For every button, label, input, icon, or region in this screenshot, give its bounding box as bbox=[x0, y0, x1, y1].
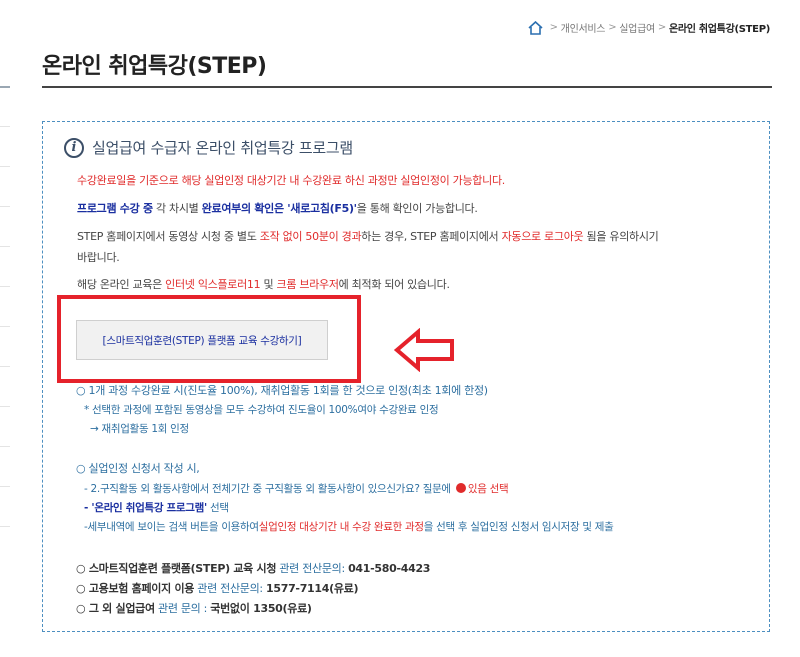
contact-ei-label: 관련 전산문의: bbox=[194, 582, 267, 595]
contact-ei-name: 고용보험 홈페이지 이용 bbox=[88, 582, 195, 595]
note-completion-detail: * 선택한 과정에 포함된 동영상을 모두 수강하여 진도율이 100%여야 수… bbox=[84, 404, 439, 416]
info-icon: i bbox=[64, 137, 84, 158]
contact-other: ○ 그 외 실업급여 관련 문의 : 국번없이 1350(유료) bbox=[76, 599, 312, 619]
notice-line-2-a: 프로그램 수강 중 bbox=[77, 202, 153, 215]
red-dot-icon bbox=[455, 483, 466, 493]
note-application: ○ 실업인정 신청서 작성 시, bbox=[76, 462, 200, 475]
note-application-step-2: - '온라인 취업특강 프로그램' 선택 bbox=[84, 499, 229, 517]
contact-step-name: 스마트직업훈련 플랫폼(STEP) 교육 시청 bbox=[88, 562, 277, 575]
note-application-step-2-select: 선택 bbox=[206, 502, 229, 514]
contact-other-phone: 국번없이 1350(유료) bbox=[210, 602, 312, 615]
note-application-step-3: -세부내역에 보이는 검색 버튼을 이용하여실업인정 대상기간 내 수강 완료한… bbox=[84, 518, 614, 536]
note-application-step-1-choice: 있음 선택 bbox=[467, 483, 509, 495]
contact-other-prefix: ○ bbox=[76, 602, 89, 615]
contact-step: ○ 스마트직업훈련 플랫폼(STEP) 교육 시청 관련 전산문의: 041-5… bbox=[76, 559, 430, 579]
contact-ei-phone: 1577-7114(유료) bbox=[266, 582, 359, 595]
note-application-step-1: - 2.구직활동 외 활동사항에서 전체기간 중 구직활동 외 활동사항이 있으… bbox=[84, 480, 509, 498]
breadcrumb-item-unemployment-benefit[interactable]: 실업급여 bbox=[619, 20, 655, 35]
notice-line-3-f: 바랍니다. bbox=[77, 251, 120, 264]
notice-line-1: 수강완료일을 기준으로 해당 실업인정 대상기간 내 수강완료 하신 과정만 실… bbox=[77, 174, 505, 187]
notice-line-2-d: 을 통해 확인이 가능합니다. bbox=[356, 202, 478, 215]
notice-line-4: 해당 온라인 교육은 인터넷 익스플로러11 및 크롬 브라우저에 최적화 되어… bbox=[77, 274, 450, 295]
note-application-step-3-a: -세부내역에 보이는 검색 버튼을 이용하여 bbox=[84, 521, 259, 533]
notice-line-2: 프로그램 수강 중 각 차시별 완료여부의 확인은 '새로고침(F5)'을 통해… bbox=[77, 198, 478, 219]
contact-step-phone: 041-580-4423 bbox=[348, 562, 431, 575]
title-divider bbox=[42, 86, 772, 88]
breadcrumb-separator: > bbox=[657, 22, 666, 33]
notice-line-4-c: 및 bbox=[260, 278, 277, 291]
box-title: 실업급여 수급자 온라인 취업특강 프로그램 bbox=[92, 139, 353, 157]
notice-line-2-b: 각 차시별 bbox=[152, 202, 202, 215]
notice-line-4-b: 인터넷 익스플로러11 bbox=[165, 278, 261, 291]
notice-line-4-e: 에 최적화 되어 있습니다. bbox=[338, 278, 450, 291]
breadcrumb-current: 온라인 취업특강(STEP) bbox=[668, 24, 770, 35]
notice-line-3-d: 자동으로 로그아웃 bbox=[501, 230, 584, 243]
breadcrumb-separator: > bbox=[608, 22, 617, 33]
breadcrumb: > 개인서비스 > 실업급여 > 온라인 취업특강(STEP) bbox=[528, 20, 770, 35]
notice-line-4-a: 해당 온라인 교육은 bbox=[77, 278, 166, 291]
notice-line-3-e: 됨을 유의하시기 bbox=[583, 230, 659, 243]
notice-line-3: STEP 홈페이지에서 동영상 시청 중 별도 조작 없이 50분이 경과하는 … bbox=[77, 226, 737, 268]
breadcrumb-separator: > bbox=[549, 22, 558, 33]
note-completion-result: → 재취업활동 1회 인정 bbox=[90, 423, 189, 435]
contact-employment-insurance: ○ 고용보험 홈페이지 이용 관련 전산문의: 1577-7114(유료) bbox=[76, 579, 359, 599]
arrow-left-icon bbox=[394, 328, 454, 372]
contact-ei-prefix: ○ bbox=[76, 582, 89, 595]
note-application-step-3-b: 실업인정 대상기간 내 수강 완료한 과정 bbox=[258, 521, 424, 533]
notice-line-3-c: 하는 경우, STEP 홈페이지에서 bbox=[361, 230, 502, 243]
note-application-step-3-c: 을 선택 후 실업인정 신청서 임시저장 및 제출 bbox=[423, 521, 614, 533]
notice-line-4-d: 크롬 브라우저 bbox=[276, 278, 339, 291]
notice-line-3-b: 조작 없이 50분이 경과 bbox=[259, 230, 362, 243]
note-completion: ○ 1개 과정 수강완료 시(진도율 100%), 재취업활동 1회를 한 것으… bbox=[76, 384, 488, 397]
left-sidebar-rail bbox=[0, 86, 10, 657]
notice-line-3-a: STEP 홈페이지에서 동영상 시청 중 별도 bbox=[77, 230, 260, 243]
step-course-button[interactable]: [스마트직업훈련(STEP) 플랫폼 교육 수강하기] bbox=[76, 320, 328, 360]
page-title: 온라인 취업특강(STEP) bbox=[42, 54, 267, 79]
contact-step-label: 관련 전산문의: bbox=[276, 562, 349, 575]
contact-step-prefix: ○ bbox=[76, 562, 89, 575]
home-icon[interactable] bbox=[528, 20, 543, 35]
note-application-step-2-program: - '온라인 취업특강 프로그램' bbox=[84, 502, 207, 514]
contact-other-name: 그 외 실업급여 bbox=[88, 602, 155, 615]
contact-other-label: 관련 문의 : bbox=[154, 602, 211, 615]
breadcrumb-item-personal-service[interactable]: 개인서비스 bbox=[561, 20, 606, 35]
notice-line-2-c: 완료여부의 확인은 '새로고침(F5)' bbox=[201, 202, 357, 215]
box-header: i 실업급여 수급자 온라인 취업특강 프로그램 bbox=[64, 137, 353, 158]
note-application-step-1-text: - 2.구직활동 외 활동사항에서 전체기간 중 구직활동 외 활동사항이 있으… bbox=[84, 483, 454, 495]
